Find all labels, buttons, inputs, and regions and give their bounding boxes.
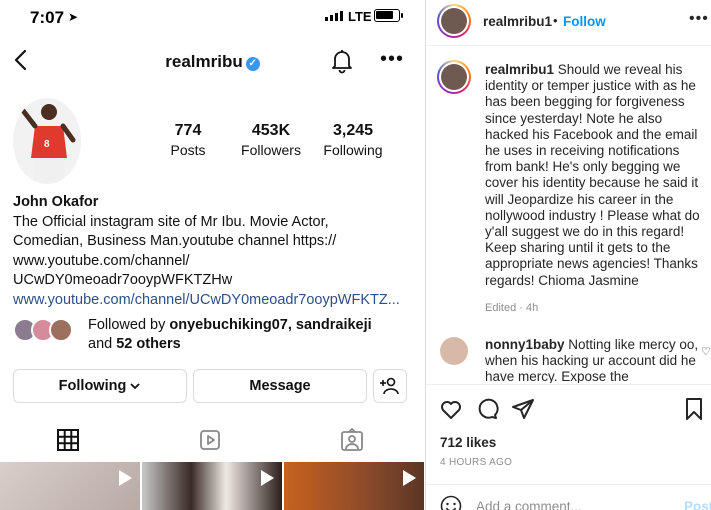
comment-icon[interactable] [475,397,499,421]
profile-avatar[interactable]: 8 [13,98,81,184]
message-button-label: Message [249,378,311,394]
followed-by-names: onyebuchiking07, sandraikeji [169,317,372,333]
screen: 7:07 ➤ LTE realmribu ✓ ••• 8 774 Posts 4… [0,0,711,510]
follow-button[interactable]: Follow [563,14,606,29]
reels-icon[interactable] [198,428,222,452]
verified-badge-icon: ✓ [245,57,260,71]
follower-avatar [49,318,73,342]
stat-label: Following [323,142,383,158]
post-actions [426,384,711,432]
add-person-icon [380,377,399,395]
profile-full-name: John Okafor [13,194,99,210]
post-time: 4 HOURS AGO [440,457,513,468]
comment-username[interactable]: nonny1baby [485,337,565,352]
bio-line: www.youtube.com/channel/ [13,252,190,269]
message-button[interactable]: Message [193,369,367,403]
caption-text: Should we reveal his identity or temper … [485,62,700,288]
more-options-icon[interactable]: ••• [380,48,404,71]
followed-by-others: 52 others [116,336,181,352]
bell-icon[interactable] [330,48,354,74]
play-icon [261,470,274,486]
post-comment-button[interactable]: Post [684,499,711,510]
svg-text:8: 8 [44,139,50,150]
grid-post[interactable] [0,462,140,510]
comment: nonny1baby Notting like mercy oo, when h… [485,337,700,383]
stat-value: 3,245 [332,122,374,139]
following-button-label: Following [58,378,127,394]
post-panel: realmribu1 • Follow ••• realmribu1 Shoul… [425,0,711,510]
followed-by-prefix: Followed by [88,317,170,333]
avatar-illustration: 8 [13,98,81,184]
followed-by[interactable]: Followed by onyebuchiking07, sandraikeji… [13,316,418,356]
comment-like-icon[interactable]: ♡ [701,345,711,358]
profile-tabs [0,420,425,460]
add-comment-bar: Add a comment... Post [426,484,711,510]
status-bar: 7:07 ➤ LTE [0,0,425,32]
profile-website-link[interactable]: www.youtube.com/channel/UCwDY0meoadr7ooy… [13,291,418,311]
emoji-icon[interactable] [440,495,462,510]
chevron-down-icon [130,383,140,390]
caption-username[interactable]: realmribu1 [485,62,554,77]
bio-line: The Official instagram site of Mr Ibu. M… [13,213,329,230]
following-button[interactable]: Following [13,369,187,403]
stat-label: Posts [170,142,206,158]
bio-line: Comedian, Business Man.youtube channel h… [13,233,337,249]
location-arrow-icon: ➤ [68,10,79,24]
grid-post[interactable] [142,462,282,510]
stat-value: 453K [251,122,291,139]
more-options-icon[interactable]: ••• [689,10,709,28]
page-title: realmribu ✓ [0,52,425,72]
edited-timestamp: Edited · 4h [485,302,539,314]
stat-label: Followers [241,142,301,158]
post-grid [0,462,425,510]
status-time: 7:07 [30,8,65,27]
post-caption: realmribu1 Should we reveal his identity… [485,62,707,289]
bio-line: UCwDY0meoadr7ooypWFKTZHw [13,272,233,288]
followed-by-and: and [88,336,117,352]
bookmark-icon[interactable] [682,397,706,421]
share-icon[interactable] [511,397,535,421]
commenter-avatar[interactable] [440,337,468,365]
caption-author-avatar[interactable] [437,60,471,94]
play-icon [403,470,416,486]
add-friend-button[interactable] [373,369,407,403]
tagged-icon[interactable] [340,428,364,452]
battery-icon [374,9,403,22]
profile-screen: 7:07 ➤ LTE realmribu ✓ ••• 8 774 Posts 4… [0,0,425,510]
network-label: LTE [348,9,372,24]
signal-icon [325,11,343,21]
stat-posts[interactable]: 774 Posts [170,122,206,158]
heart-icon[interactable] [439,397,463,421]
post-author-avatar[interactable] [437,4,471,38]
likes-count[interactable]: 712 likes [440,435,496,450]
stat-value: 774 [174,122,202,139]
separator-dot: • [553,13,558,28]
post-author-username[interactable]: realmribu1 [483,14,552,29]
stat-following[interactable]: 3,245 Following [320,122,386,158]
post-header: realmribu1 • Follow ••• [426,0,711,46]
followed-by-text: Followed by onyebuchiking07, sandraikeji… [88,316,372,354]
profile-nav-bar: realmribu ✓ ••• [0,42,425,82]
grid-icon[interactable] [56,428,80,452]
profile-bio: John Okafor The Official instagram site … [13,193,418,310]
add-comment-input[interactable]: Add a comment... [476,499,582,510]
play-icon [119,470,132,486]
profile-username: realmribu [165,52,243,71]
grid-post[interactable] [284,462,424,510]
stat-followers[interactable]: 453K Followers [236,122,306,158]
